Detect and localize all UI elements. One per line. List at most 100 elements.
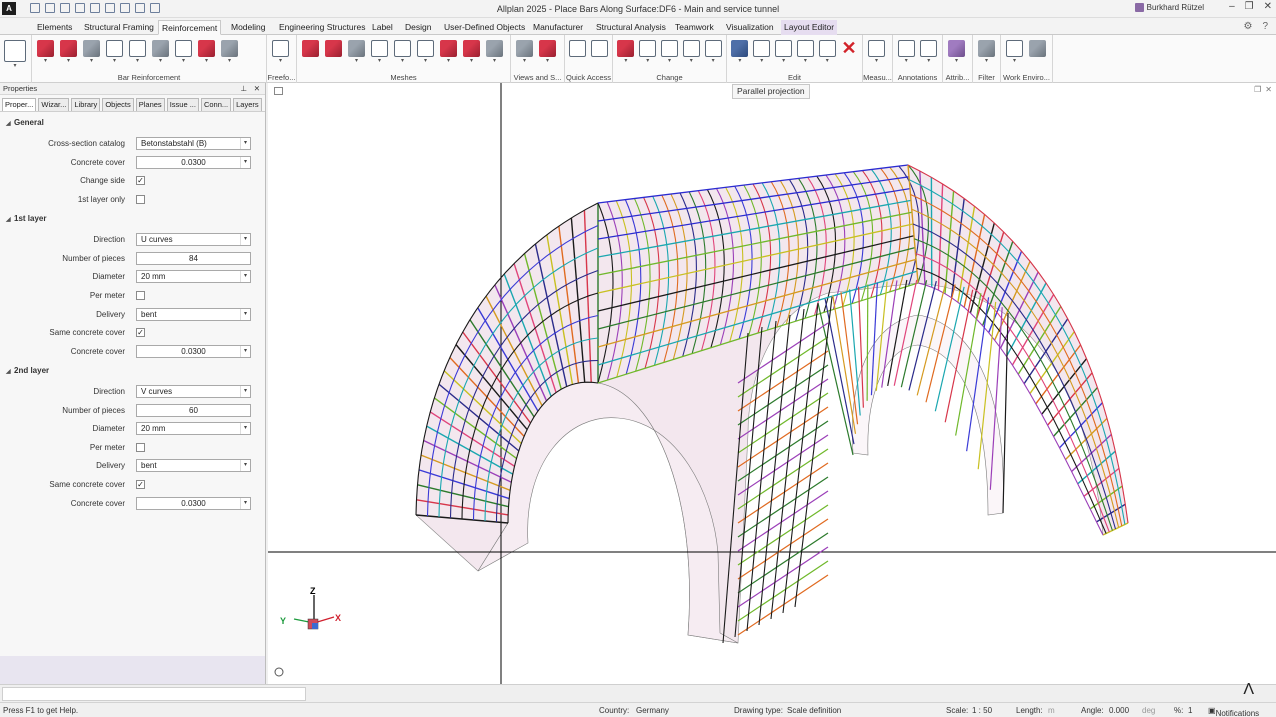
3d-viewport[interactable]: Z Y X Parallel projection ❐ ✕ — [268, 83, 1276, 684]
tab-user-defined-objects[interactable]: User-Defined Objects — [441, 20, 528, 35]
line-icon[interactable] — [568, 40, 588, 68]
sections-icon[interactable]: ▾ — [537, 40, 558, 68]
close-icon[interactable]: ✕ — [1264, 1, 1272, 12]
rotate-icon[interactable]: ▾ — [638, 40, 658, 68]
modify-icon[interactable]: ▾ — [616, 40, 636, 68]
mesh-edit-icon[interactable]: ▾ — [438, 40, 459, 68]
tab-structural-framing[interactable]: Structural Framing — [81, 20, 157, 35]
mesh-place-icon[interactable] — [300, 40, 321, 68]
tab-elements[interactable]: Elements — [34, 20, 75, 35]
freeform-mesh-icon[interactable]: ▾ — [270, 40, 291, 68]
tab-planes[interactable]: Planes — [135, 98, 165, 111]
scale-value[interactable]: 1 : 50 — [972, 706, 992, 715]
tab-issues[interactable]: Issue ... — [166, 98, 199, 111]
maximize-icon[interactable]: ❐ — [1245, 1, 1254, 12]
scale-icon[interactable]: ▾ — [795, 40, 815, 68]
first-layer-only-checkbox[interactable] — [136, 195, 145, 204]
section-1st-layer[interactable]: ◢ 1st layer — [6, 214, 46, 223]
project-icon[interactable]: ▾ — [3, 40, 27, 72]
l2-concrete-cover-field[interactable]: 0.0300 ▾ — [136, 497, 251, 510]
l2-direction-select[interactable]: V curves ▾ — [136, 385, 251, 398]
percent-value[interactable]: 1 — [1188, 706, 1192, 715]
minimize-icon[interactable]: – — [1229, 1, 1235, 12]
bar-schedule-icon[interactable]: ▾ — [127, 40, 148, 68]
tab-teamwork[interactable]: Teamwork — [672, 20, 717, 35]
mesh-schedule-icon[interactable]: ▾ — [346, 40, 367, 68]
transform-icon[interactable]: ▾ — [817, 40, 837, 68]
trim-icon[interactable]: ▾ — [703, 40, 723, 68]
dimension-icon[interactable]: ▾ — [919, 40, 940, 68]
bar-dimension-icon[interactable]: ▾ — [173, 40, 194, 68]
tab-engineering-structures[interactable]: Engineering Structures — [276, 20, 368, 35]
angle-value[interactable]: 0.000 — [1109, 706, 1129, 715]
mesh-view-icon[interactable]: ▾ — [392, 40, 413, 68]
length-unit[interactable]: m — [1048, 706, 1055, 715]
delete-icon[interactable]: ✕ — [839, 39, 859, 68]
tab-layers[interactable]: Layers — [233, 98, 262, 111]
change-side-checkbox[interactable]: ✓ — [136, 176, 145, 185]
mirror-icon[interactable]: ▾ — [774, 40, 794, 68]
section-2nd-layer[interactable]: ◢ 2nd layer — [6, 366, 49, 375]
bar-shape-icon[interactable]: ▾ — [35, 40, 56, 68]
help-icon[interactable]: ? — [1262, 21, 1268, 32]
l1-delivery-select[interactable]: bent ▾ — [136, 308, 251, 321]
concrete-cover-field[interactable]: 0.0300 ▾ — [136, 156, 251, 169]
l2-per-meter-checkbox[interactable] — [136, 443, 145, 452]
l2-delivery-select[interactable]: bent ▾ — [136, 459, 251, 472]
copy-icon[interactable]: ▾ — [730, 40, 750, 68]
bar-distribution-icon[interactable]: ▾ — [81, 40, 102, 68]
mesh-label-icon[interactable]: ▾ — [369, 40, 390, 68]
tab-properties[interactable]: Proper... — [2, 98, 37, 111]
offset-icon[interactable]: ▾ — [681, 40, 701, 68]
tunnel-model-canvas[interactable]: Z Y X — [268, 83, 1276, 684]
attributes-icon[interactable]: ▾ — [946, 40, 967, 68]
navigation-icon[interactable] — [274, 667, 284, 677]
measure-icon[interactable]: ▾ — [866, 40, 887, 68]
drawing-type-value[interactable]: Scale definition — [787, 706, 841, 715]
bar-tools-icon[interactable]: ▾ — [219, 40, 240, 68]
mesh-change-icon[interactable]: ▾ — [461, 40, 482, 68]
l2-diameter-select[interactable]: 20 mm ▾ — [136, 422, 251, 435]
pin-icon[interactable]: ⊥ — [240, 83, 247, 94]
views-icon[interactable]: ▾ — [514, 40, 535, 68]
l1-diameter-select[interactable]: 20 mm ▾ — [136, 270, 251, 283]
l1-number-of-pieces-field[interactable]: 84 — [136, 252, 251, 265]
command-input[interactable] — [2, 687, 306, 701]
tab-reinforcement[interactable]: Reinforcement — [158, 20, 222, 35]
move-icon[interactable]: ▾ — [752, 40, 772, 68]
text-icon[interactable]: ▾ — [896, 40, 917, 68]
country-value[interactable]: Germany — [636, 706, 669, 715]
bar-check-icon[interactable]: ▾ — [196, 40, 217, 68]
mesh-dimension-icon[interactable]: ▾ — [415, 40, 436, 68]
tab-layout-editor[interactable]: Layout Editor — [781, 20, 838, 35]
tab-structural-analysis[interactable]: Structural Analysis — [593, 20, 669, 35]
tab-objects[interactable]: Objects — [102, 98, 134, 111]
user-menu[interactable]: Burkhard Rützel — [1134, 3, 1204, 12]
bar-view-icon[interactable]: ▾ — [150, 40, 171, 68]
notifications-button[interactable]: ▣ Notifications — [1208, 706, 1259, 717]
l2-number-of-pieces-field[interactable]: 60 — [136, 404, 251, 417]
mesh-tools-icon[interactable]: ▾ — [484, 40, 505, 68]
work-environment-icon[interactable]: ▾ — [1004, 40, 1025, 68]
close-view-icon[interactable]: ✕ — [1265, 85, 1272, 94]
viewport-menu-icon[interactable] — [274, 87, 283, 95]
lambda-icon[interactable]: Λ — [1243, 681, 1254, 699]
tab-label[interactable]: Label — [369, 20, 396, 35]
tab-connect[interactable]: Conn... — [200, 98, 232, 111]
tab-design[interactable]: Design — [402, 20, 434, 35]
stretch-icon[interactable]: ▾ — [660, 40, 680, 68]
tab-visualization[interactable]: Visualization — [723, 20, 777, 35]
mesh-area-icon[interactable] — [323, 40, 344, 68]
curve-icon[interactable] — [590, 40, 610, 68]
angle-unit[interactable]: deg — [1142, 706, 1155, 715]
tab-modeling[interactable]: Modeling — [228, 20, 269, 35]
tab-library[interactable]: Library — [71, 98, 101, 111]
l2-same-concrete-cover-checkbox[interactable]: ✓ — [136, 480, 145, 489]
l1-per-meter-checkbox[interactable] — [136, 291, 145, 300]
close-panel-icon[interactable]: ✕ — [254, 83, 260, 94]
tab-wizards[interactable]: Wizar... — [38, 98, 70, 111]
cross-section-catalog-select[interactable]: Betonstabstahl (B) ▾ — [136, 137, 251, 150]
bar-label-icon[interactable]: ▾ — [104, 40, 125, 68]
filter-icon[interactable]: ▾ — [976, 40, 997, 68]
restore-icon[interactable]: ❐ — [1254, 85, 1261, 94]
